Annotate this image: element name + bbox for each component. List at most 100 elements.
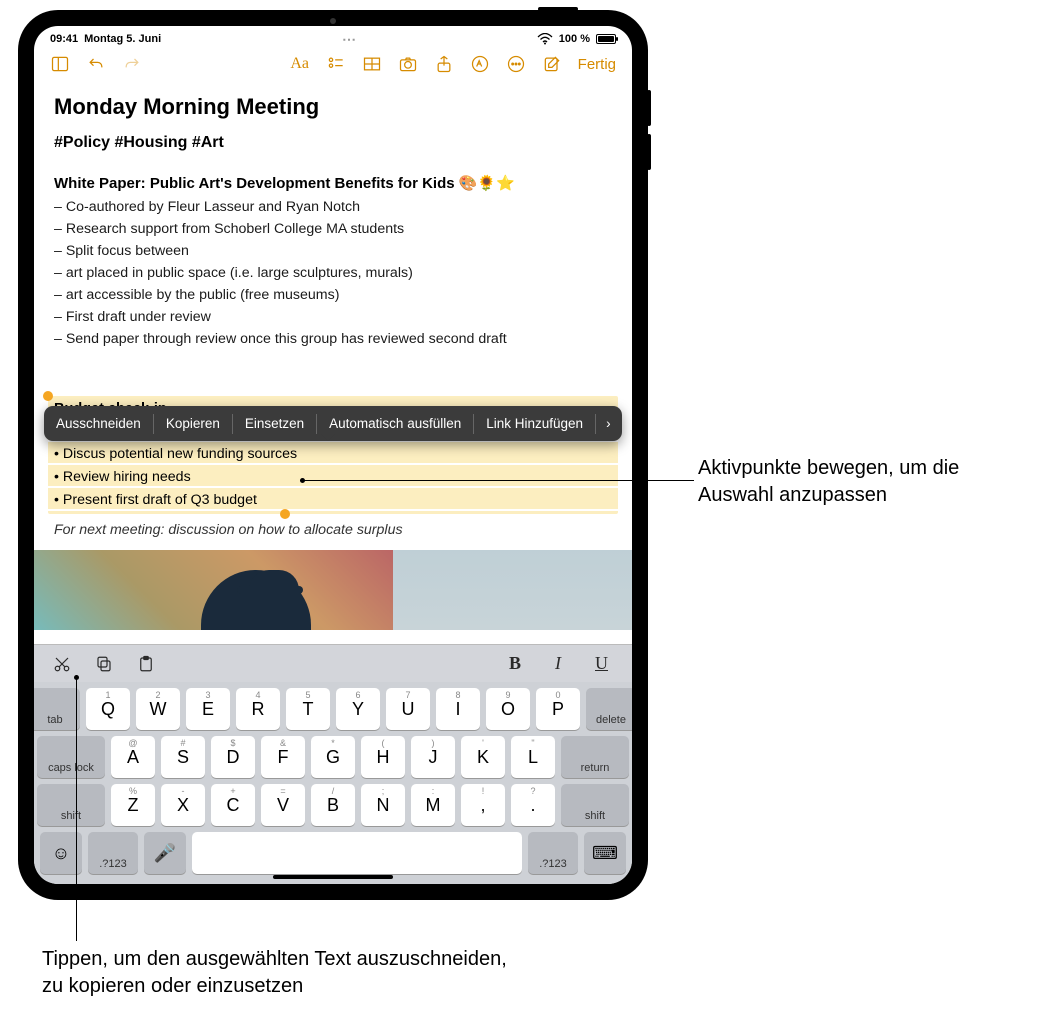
key-y[interactable]: 6Y [336, 688, 380, 730]
key-t[interactable]: 5T [286, 688, 330, 730]
key-v[interactable]: =V [261, 784, 305, 826]
key-numbers-left[interactable]: .?123 [88, 832, 138, 874]
key-g[interactable]: *G [311, 736, 355, 778]
onscreen-keyboard: tab 1Q 2W 3E 4R 5T 6Y 7U 8I 9O 0P delete… [34, 682, 632, 884]
note-hashtags[interactable]: #Policy #Housing #Art [54, 134, 612, 152]
key-q[interactable]: 1Q [86, 688, 130, 730]
menu-paste[interactable]: Einsetzen [233, 406, 316, 441]
note-line[interactable]: – art placed in public space (i.e. large… [54, 262, 612, 284]
key-c[interactable]: +C [211, 784, 255, 826]
key-x[interactable]: -X [161, 784, 205, 826]
key-delete[interactable]: delete [586, 688, 632, 730]
notes-toolbar: Aa Fertig [34, 48, 632, 84]
selection-handle-start[interactable] [43, 391, 53, 401]
volume-down-button [647, 134, 651, 170]
key-l[interactable]: "L [511, 736, 555, 778]
camera-icon[interactable] [398, 54, 418, 74]
selection-line[interactable]: • Review hiring needs [54, 466, 612, 489]
note-line[interactable]: – Co-authored by Fleur Lasseur and Ryan … [54, 196, 612, 218]
key-period[interactable]: ?. [511, 784, 555, 826]
key-r[interactable]: 4R [236, 688, 280, 730]
italic-button[interactable]: I [549, 653, 567, 674]
key-comma[interactable]: !, [461, 784, 505, 826]
menu-add-link[interactable]: Link Hinzufügen [474, 406, 595, 441]
key-o[interactable]: 9O [486, 688, 530, 730]
key-e[interactable]: 3E [186, 688, 230, 730]
status-bar: 09:41 Montag 5. Juni ⋯ 100 % [34, 26, 632, 48]
key-k[interactable]: 'K [461, 736, 505, 778]
note-line[interactable]: – Split focus between [54, 240, 612, 262]
sidebar-toggle-icon[interactable] [50, 54, 70, 74]
menu-copy[interactable]: Kopieren [154, 406, 232, 441]
note-line[interactable]: – First draft under review [54, 306, 612, 328]
key-f[interactable]: &F [261, 736, 305, 778]
menu-more-arrow[interactable]: › [596, 406, 621, 441]
key-b[interactable]: /B [311, 784, 355, 826]
key-u[interactable]: 7U [386, 688, 430, 730]
keyboard-row-2: caps lock @A #S $D &F *G (H )J 'K "L ret… [40, 736, 626, 778]
note-attached-image[interactable] [34, 550, 632, 630]
key-dictation[interactable]: 🎤 [144, 832, 186, 874]
key-return[interactable]: return [561, 736, 629, 778]
menu-cut[interactable]: Ausschneiden [44, 406, 153, 441]
undo-icon[interactable] [86, 54, 106, 74]
note-line[interactable]: – Send paper through review once this gr… [54, 328, 612, 350]
front-camera [330, 18, 336, 24]
menu-autofill[interactable]: Automatisch ausfüllen [317, 406, 473, 441]
keyboard-row-4: ☺ .?123 🎤 .?123 ⌨ [40, 832, 626, 874]
bold-button[interactable]: B [503, 653, 527, 674]
key-m[interactable]: :M [411, 784, 455, 826]
battery-icon [596, 34, 616, 44]
cut-icon[interactable] [52, 655, 72, 673]
underline-button[interactable]: U [589, 653, 614, 674]
key-capslock[interactable]: caps lock [37, 736, 105, 778]
key-d[interactable]: $D [211, 736, 255, 778]
selection-line[interactable]: • Present first draft of Q3 budget [54, 489, 612, 512]
battery-percent: 100 % [559, 33, 590, 45]
key-z[interactable]: %Z [111, 784, 155, 826]
note-section-heading[interactable]: White Paper: Public Art's Development Be… [54, 174, 612, 192]
key-shift-left[interactable]: shift [37, 784, 105, 826]
text-context-menu: Ausschneiden Kopieren Einsetzen Automati… [44, 406, 622, 441]
callout-leader-line [300, 480, 694, 481]
redo-icon[interactable] [122, 54, 142, 74]
key-hide-keyboard[interactable]: ⌨ [584, 832, 626, 874]
key-spacebar[interactable] [192, 832, 522, 874]
note-line[interactable]: – Research support from Schoberl College… [54, 218, 612, 240]
selection-handle-end[interactable] [280, 509, 290, 519]
keyboard-shortcut-bar: B I U [34, 644, 632, 682]
keyboard-row-1: tab 1Q 2W 3E 4R 5T 6Y 7U 8I 9O 0P delete [40, 688, 626, 730]
table-icon[interactable] [362, 54, 382, 74]
note-line[interactable]: – art accessible by the public (free mus… [54, 284, 612, 306]
home-indicator[interactable] [273, 875, 393, 879]
key-j[interactable]: )J [411, 736, 455, 778]
paste-icon[interactable] [136, 655, 156, 673]
note-title[interactable]: Monday Morning Meeting [54, 94, 612, 120]
key-h[interactable]: (H [361, 736, 405, 778]
status-date: Montag 5. Juni [84, 33, 161, 45]
key-shift-right[interactable]: shift [561, 784, 629, 826]
key-p[interactable]: 0P [536, 688, 580, 730]
note-footnote[interactable]: For next meeting: discussion on how to a… [54, 522, 612, 538]
new-note-icon[interactable] [542, 54, 562, 74]
key-a[interactable]: @A [111, 736, 155, 778]
volume-up-button [647, 90, 651, 126]
more-icon[interactable] [506, 54, 526, 74]
markup-icon[interactable] [470, 54, 490, 74]
share-icon[interactable] [434, 54, 454, 74]
power-button [538, 7, 578, 11]
copy-icon[interactable] [94, 655, 114, 673]
key-numbers-right[interactable]: .?123 [528, 832, 578, 874]
callout-leader-line [76, 675, 77, 941]
key-tab[interactable]: tab [34, 688, 80, 730]
key-w[interactable]: 2W [136, 688, 180, 730]
format-aa-button[interactable]: Aa [290, 54, 310, 74]
checklist-icon[interactable] [326, 54, 346, 74]
done-button[interactable]: Fertig [578, 56, 616, 73]
key-i[interactable]: 8I [436, 688, 480, 730]
key-s[interactable]: #S [161, 736, 205, 778]
status-handle-icon[interactable]: ⋯ [342, 31, 356, 48]
ipad-device-frame: 09:41 Montag 5. Juni ⋯ 100 % Aa Fe [18, 10, 648, 900]
key-n[interactable]: ;N [361, 784, 405, 826]
note-content-area[interactable]: Monday Morning Meeting #Policy #Housing … [34, 84, 632, 644]
